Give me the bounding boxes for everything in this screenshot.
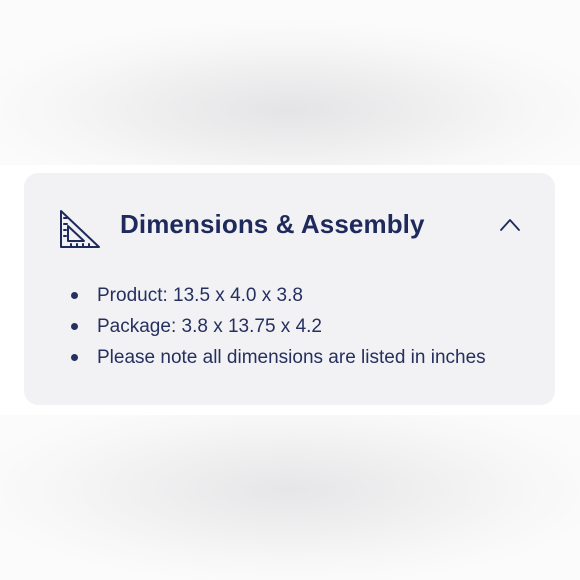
blurred-background-top [0, 0, 580, 165]
units-note-text: Please note all dimensions are listed in… [97, 347, 486, 368]
bullet-icon [71, 354, 78, 361]
chevron-up-icon[interactable] [498, 217, 522, 233]
dimensions-accordion: Dimensions & Assembly Product: 13.5 x 4.… [24, 173, 555, 405]
product-dimensions-text: Product: 13.5 x 4.0 x 3.8 [97, 285, 303, 306]
bullet-icon [71, 292, 78, 299]
ruler-triangle-icon [60, 210, 100, 248]
list-item: Package: 3.8 x 13.75 x 4.2 [71, 311, 486, 342]
bullet-icon [71, 323, 78, 330]
screenshot-frame: Dimensions & Assembly Product: 13.5 x 4.… [0, 0, 580, 580]
dimensions-list: Product: 13.5 x 4.0 x 3.8 Package: 3.8 x… [71, 280, 486, 373]
accordion-header[interactable]: Dimensions & Assembly [24, 173, 555, 283]
list-item: Please note all dimensions are listed in… [71, 342, 486, 373]
blurred-background-bottom [0, 415, 580, 580]
package-dimensions-text: Package: 3.8 x 13.75 x 4.2 [97, 316, 322, 337]
accordion-title: Dimensions & Assembly [120, 209, 425, 239]
list-item: Product: 13.5 x 4.0 x 3.8 [71, 280, 486, 311]
